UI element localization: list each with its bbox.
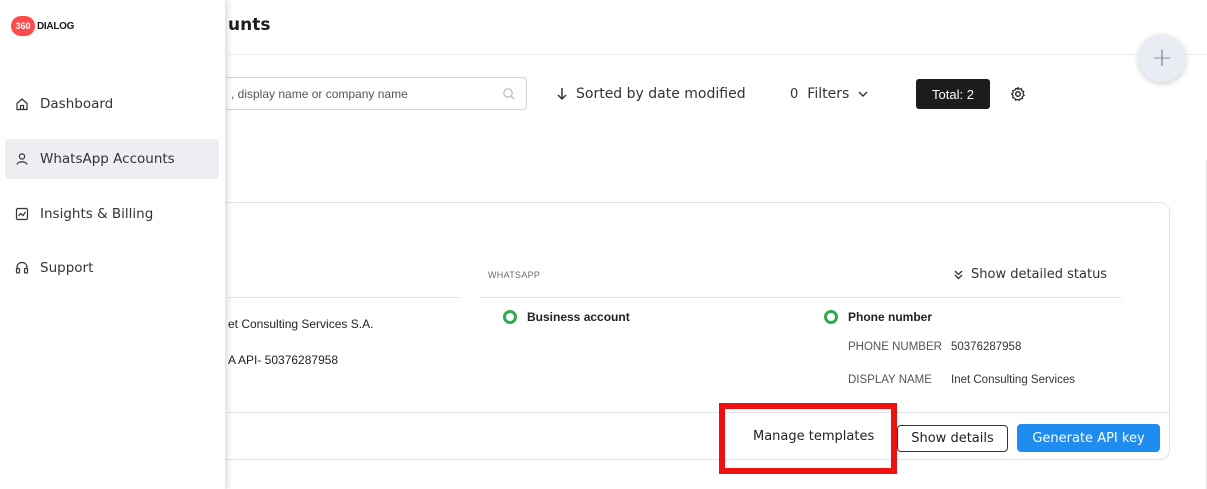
page-title: unts: [228, 15, 271, 35]
generate-api-key-button[interactable]: Generate API key: [1017, 424, 1160, 452]
home-icon: [16, 98, 28, 111]
status-ok-icon: [503, 310, 517, 324]
show-detailed-status-button[interactable]: Show detailed status: [954, 267, 1107, 282]
client-name: et Consulting Services S.A.: [228, 317, 374, 331]
card-footer-divider: [228, 412, 1170, 413]
arrow-down-icon: [557, 88, 567, 101]
sort-label: Sorted by date modified: [576, 86, 746, 102]
search-input[interactable]: [231, 78, 491, 109]
chevron-down-icon: [858, 91, 868, 97]
filters-label: Filters: [807, 86, 850, 102]
divider-right: [480, 297, 1121, 298]
sidebar-item-whatsapp-accounts[interactable]: WhatsApp Accounts: [5, 139, 219, 179]
chart-icon: [15, 207, 29, 221]
logo[interactable]: 360 DIALOG: [11, 16, 74, 36]
double-chevron-down-icon: [954, 270, 963, 279]
sidebar-item-dashboard[interactable]: Dashboard: [5, 84, 219, 124]
show-details-button[interactable]: Show details: [897, 425, 1008, 452]
highlight-box: [719, 403, 897, 474]
search-box[interactable]: [200, 77, 527, 110]
logo-badge: 360: [11, 16, 35, 36]
status-ok-icon: [824, 310, 838, 324]
sort-button[interactable]: Sorted by date modified: [556, 86, 746, 102]
filters-button[interactable]: 0 Filters: [790, 86, 868, 102]
headset-icon: [15, 261, 29, 274]
business-account-label: Business account: [527, 310, 630, 324]
account-card: [150, 202, 1170, 460]
phone-number-label: Phone number: [848, 310, 933, 324]
sidebar-item-label: Insights & Billing: [40, 206, 154, 222]
display-name-value: Inet Consulting Services: [951, 374, 1076, 386]
phone-number-value: 50376287958: [951, 341, 1022, 353]
divider-left: [228, 297, 460, 298]
sidebar-item-insights-billing[interactable]: Insights & Billing: [5, 194, 219, 234]
search-icon: [503, 88, 515, 100]
channel-name: A API- 50376287958: [228, 353, 339, 367]
sidebar: 360 DIALOG Dashboard WhatsApp Accounts I…: [0, 0, 226, 489]
business-account-status: Business account: [503, 310, 630, 324]
filters-count: 0: [790, 86, 799, 102]
logo-text: DIALOG: [37, 20, 75, 32]
show-detailed-status-label: Show detailed status: [971, 267, 1108, 282]
section-label-whatsapp: WHATSAPP: [488, 270, 541, 280]
add-button[interactable]: +: [1138, 34, 1186, 82]
plus-icon: +: [1151, 43, 1173, 73]
sidebar-item-label: Dashboard: [40, 96, 114, 112]
display-name-key: DISPLAY NAME: [848, 374, 932, 386]
sidebar-item-label: Support: [40, 260, 94, 276]
header-divider: [228, 54, 1207, 55]
gear-icon[interactable]: [1010, 86, 1026, 102]
sidebar-item-label: WhatsApp Accounts: [40, 151, 175, 167]
sidebar-item-support[interactable]: Support: [5, 248, 219, 288]
phone-number-key: PHONE NUMBER: [848, 341, 942, 353]
total-badge: Total: 2: [916, 79, 990, 109]
user-icon: [16, 153, 28, 165]
phone-number-status: Phone number: [824, 310, 932, 324]
